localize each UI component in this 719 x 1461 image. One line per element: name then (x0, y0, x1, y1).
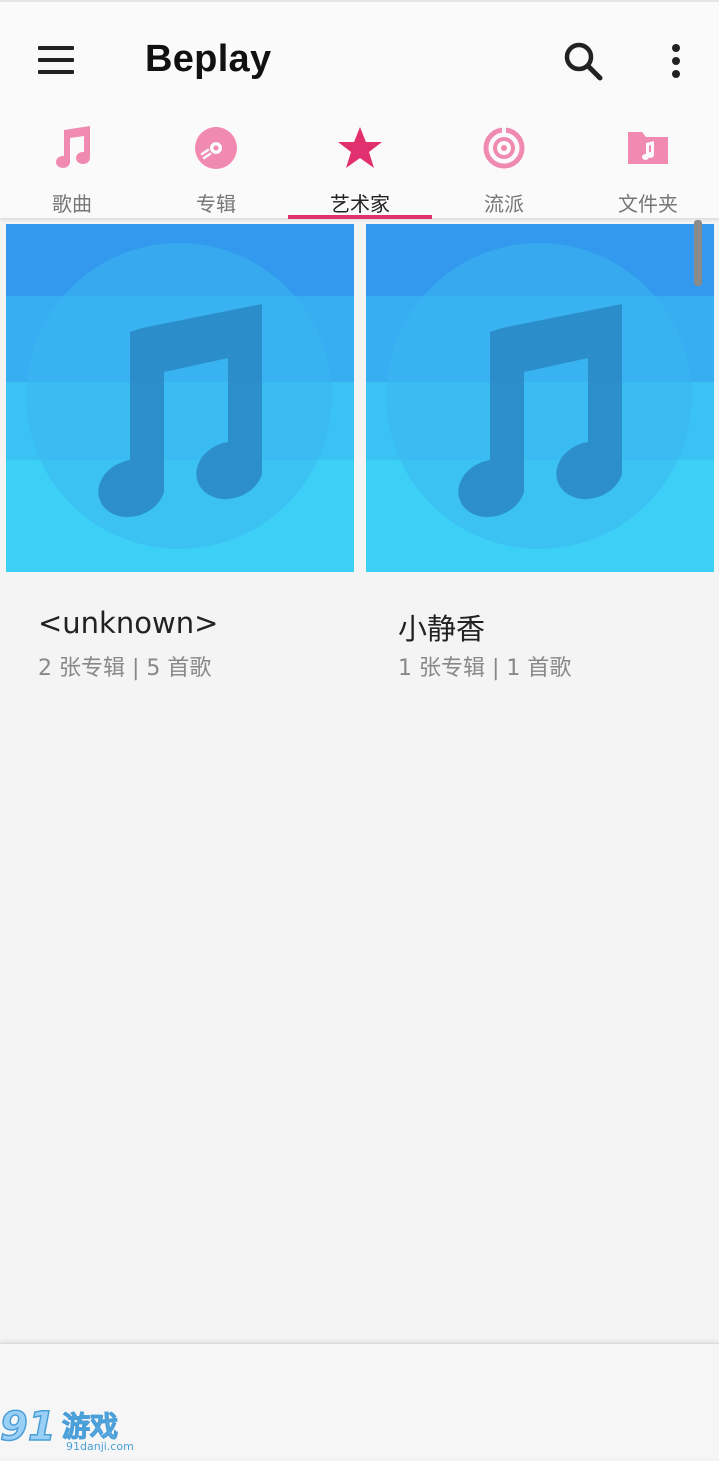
tab-label: 歌曲 (52, 192, 92, 216)
artist-meta: 2 张专辑 | 5 首歌 (38, 656, 212, 681)
search-icon[interactable] (560, 38, 606, 84)
tab-label: 流派 (484, 192, 524, 216)
tab-folders[interactable]: 文件夹 (576, 112, 719, 220)
tab-indicator (288, 215, 432, 219)
album-disc-icon (192, 124, 240, 172)
tab-artists[interactable]: 艺术家 (288, 112, 432, 220)
watermark-logo: 91 游戏 91danji.com (0, 1400, 140, 1457)
scrollbar[interactable] (694, 220, 702, 286)
music-folder-icon (624, 124, 672, 172)
tab-label: 艺术家 (330, 192, 390, 216)
tab-genres[interactable]: 流派 (432, 112, 576, 220)
tab-songs[interactable]: 歌曲 (0, 112, 144, 220)
artist-artwork (6, 224, 354, 572)
tab-label: 文件夹 (618, 192, 678, 216)
tab-albums[interactable]: 专辑 (144, 112, 288, 220)
hamburger-menu-icon[interactable] (36, 44, 76, 78)
genre-target-icon (480, 124, 528, 172)
artist-name: 小静香 (398, 612, 486, 646)
artist-name: <unknown> (38, 606, 219, 640)
tab-bar: 歌曲 专辑 艺术家 流派 文件夹 (0, 112, 719, 220)
music-note-icon (48, 124, 96, 172)
artist-meta: 1 张专辑 | 1 首歌 (398, 656, 572, 681)
star-icon (336, 124, 384, 172)
more-vert-icon[interactable] (660, 38, 692, 84)
artist-artwork (366, 224, 714, 572)
svg-text:91: 91 (0, 1404, 56, 1450)
svg-text:游戏: 游戏 (62, 1410, 118, 1443)
svg-text:91danji.com: 91danji.com (66, 1440, 134, 1453)
app-bar: Beplay 歌曲 专辑 艺术家 流派 文件夹 (0, 0, 719, 220)
tab-label: 专辑 (196, 192, 236, 216)
app-title: Beplay (145, 38, 272, 80)
